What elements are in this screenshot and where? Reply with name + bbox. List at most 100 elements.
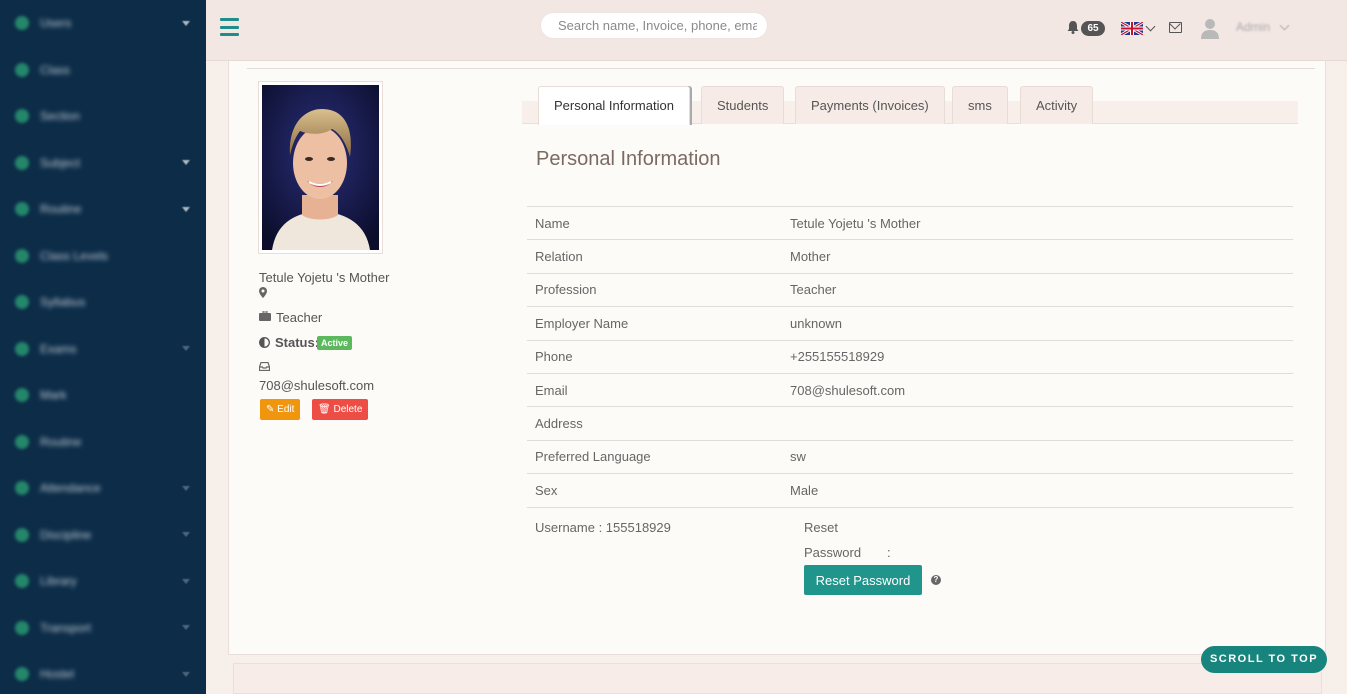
edit-button[interactable]: ✎ Edit [260, 399, 301, 420]
sidebar-item-icon [15, 16, 29, 30]
user-name[interactable]: Admin [1236, 20, 1270, 34]
chevron-down-icon [182, 206, 190, 212]
sidebar-item[interactable]: Class [0, 55, 206, 85]
table-row: Email 708@shulesoft.com [527, 372, 1293, 407]
reset-password-button[interactable]: Reset Password [804, 565, 922, 595]
field-value: +255155518929 [782, 339, 1293, 374]
sidebar-item-label: Hostel [40, 667, 75, 681]
sidebar-item[interactable]: Library [0, 566, 206, 596]
sidebar-item-label: Routine [40, 202, 82, 216]
map-marker-icon [259, 287, 267, 298]
sidebar-item[interactable]: Exams [0, 334, 206, 364]
sidebar-item-icon [15, 667, 29, 681]
sidebar-item-icon [15, 341, 29, 356]
sidebar-item-icon [15, 574, 29, 588]
mail-icon[interactable] [1169, 22, 1182, 33]
sidebar-item-label: Users [40, 16, 72, 30]
language-chevron-icon[interactable] [1145, 21, 1156, 32]
notification-count-badge: 65 [1081, 21, 1105, 36]
profile-name: Tetule Yojetu 's Mother [259, 270, 390, 285]
sidebar-item-icon [15, 527, 29, 542]
field-key: Relation [527, 239, 782, 274]
top-navbar: 65 Admin [206, 0, 1347, 61]
username-text: Username : 155518929 [535, 520, 671, 535]
sidebar-item-label: Mark [40, 388, 67, 402]
profile-photo-frame [258, 81, 383, 254]
sidebar-item[interactable]: Syllabus [0, 287, 206, 317]
field-value: Male [782, 473, 1293, 508]
sidebar-item[interactable]: Users [0, 8, 206, 38]
sidebar-item[interactable]: Routine [0, 194, 206, 224]
sidebar-item[interactable]: Transport [0, 613, 206, 643]
tab-activity[interactable]: Activity [1020, 86, 1094, 124]
table-row: Relation Mother [527, 239, 1293, 274]
field-value: Mother [782, 239, 1293, 274]
profile-panel: Tetule Yojetu 's Mother Teacher Status: … [228, 61, 1326, 655]
profile-email: 708@shulesoft.com [259, 378, 375, 393]
tab-personal-information[interactable]: Personal Information [538, 86, 690, 125]
edit-label: Edit [277, 404, 295, 415]
sidebar-item[interactable]: Section [0, 101, 206, 131]
sidebar-item-icon [15, 202, 29, 216]
profile-photo [262, 85, 379, 250]
field-value: Tetule Yojetu 's Mother [782, 205, 1293, 240]
sidebar-item-icon [15, 248, 29, 263]
section-title: Personal Information [536, 148, 721, 170]
search-input[interactable] [540, 12, 768, 39]
chevron-down-icon [182, 160, 190, 165]
field-key: Name [527, 205, 782, 240]
tab-students[interactable]: Students [701, 86, 785, 124]
uk-flag-icon[interactable] [1121, 22, 1143, 35]
sidebar-item-icon [15, 295, 29, 309]
sidebar-item-label: Transport [40, 620, 91, 635]
sidebar-item-label: Routine [40, 434, 82, 449]
reset-password-label-2: Password [804, 545, 862, 560]
field-key: Employer Name [527, 306, 782, 341]
sidebar-item[interactable]: Class Levels [0, 241, 206, 271]
sidebar-item[interactable]: Attendance [0, 473, 206, 503]
chevron-down-icon [182, 625, 190, 630]
chevron-down-icon [182, 485, 190, 491]
table-row: Sex Male [527, 473, 1293, 508]
field-key: Email [527, 372, 782, 407]
sidebar-item[interactable]: Mark [0, 380, 206, 410]
help-icon[interactable]: ? [931, 575, 941, 585]
sidebar-item-label: Subject [40, 155, 81, 170]
delete-button[interactable]: 🗑 Delete [312, 399, 369, 420]
sidebar-item-icon [15, 155, 29, 170]
table-row: Address [527, 406, 1293, 441]
table-row: Phone +255155518929 [527, 339, 1293, 374]
half-circle-icon [259, 337, 270, 348]
chevron-down-icon [182, 20, 190, 26]
sidebar-item[interactable]: Discipline [0, 520, 206, 550]
user-avatar-icon[interactable] [1200, 17, 1220, 39]
bell-icon[interactable] [1066, 20, 1080, 34]
sidebar-item[interactable]: Routine [0, 427, 206, 457]
chevron-down-icon [182, 578, 190, 584]
menu-toggle-icon[interactable] [220, 18, 239, 36]
sidebar-item[interactable]: Subject [0, 148, 206, 178]
sidebar-item-icon [15, 481, 29, 495]
tab-sms[interactable]: sms [952, 86, 1008, 124]
sidebar-item-icon [15, 620, 29, 635]
status-badge: Active [317, 336, 353, 350]
delete-label: Delete [333, 404, 363, 415]
sidebar-item-label: Discipline [40, 527, 92, 542]
sidebar-item-icon [15, 434, 29, 449]
sidebar-item-label: Class [40, 62, 71, 77]
field-value: 708@shulesoft.com [782, 372, 1293, 407]
sidebar-item-label: Class Levels [40, 248, 109, 263]
sidebar-item-label: Section [40, 109, 81, 123]
chevron-down-icon [182, 671, 190, 677]
chevron-down-icon [182, 346, 190, 351]
reset-password-colon: : [887, 545, 891, 560]
tab-payments[interactable]: Payments (Invoices) [795, 86, 945, 124]
sidebar-item[interactable]: Hostel [0, 659, 206, 689]
sidebar-item-label: Exams [40, 341, 77, 356]
user-menu-chevron-icon[interactable] [1279, 20, 1290, 31]
scroll-to-top-button[interactable]: SCROLL TO TOP [1201, 646, 1327, 673]
field-key: Preferred Language [527, 439, 782, 474]
table-row: Employer Name unknown [527, 306, 1293, 341]
table-row: Profession Teacher [527, 272, 1293, 307]
field-key: Profession [527, 272, 782, 307]
